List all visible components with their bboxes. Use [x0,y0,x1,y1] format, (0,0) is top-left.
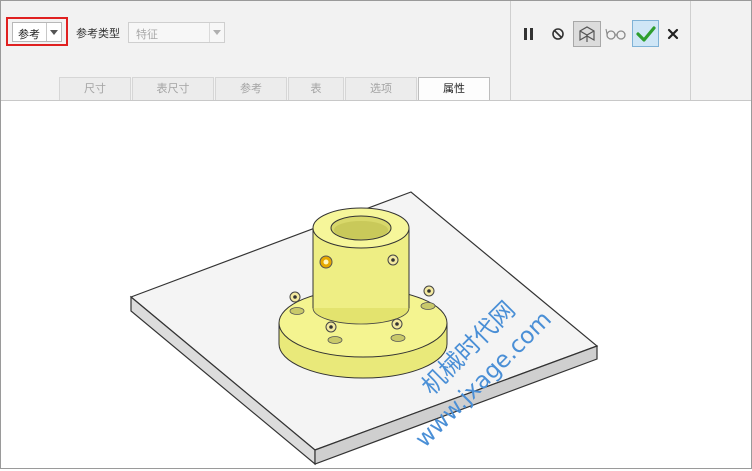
ok-button[interactable] [632,20,659,47]
reference-type-value: 特征 [136,28,158,41]
toolbar-divider [690,1,691,100]
tab-table[interactable]: 表 [288,77,344,100]
pause-button[interactable] [517,22,541,46]
model-canvas[interactable]: 机械时代网 www.jxage.com [1,101,751,468]
verify-button[interactable] [604,22,628,46]
no-preview-button[interactable] [546,22,570,46]
tab-options[interactable]: 选项 [345,77,417,100]
close-icon [667,28,679,40]
reference-type-arrow[interactable] [209,23,224,42]
tab-references[interactable]: 参考 [215,77,287,100]
tab-dimensions[interactable]: 尺寸 [59,77,131,100]
reference-type-label: 参考类型 [76,27,120,40]
checkmark-icon [635,25,656,42]
tab-table-dimensions[interactable]: 表尺寸 [132,77,214,100]
geometry-preview-icon [579,26,595,42]
graphics-window[interactable]: 机械时代网 www.jxage.com [1,101,751,468]
no-preview-icon [552,28,564,40]
reference-type-dropdown[interactable]: 特征 [128,22,225,43]
tab-properties[interactable]: 属性 [418,77,490,100]
dashboard-toolbar: 参考 参考类型 特征 尺寸 表尺寸 参考 表 选项 属性 [1,1,751,101]
toolbar-divider [510,1,511,100]
dashboard-tabs: 尺寸 表尺寸 参考 表 选项 属性 [59,77,491,100]
geometry-preview-button[interactable] [573,21,601,47]
cancel-button[interactable] [661,22,685,46]
chevron-down-icon [213,30,221,35]
pause-icon [524,28,533,40]
glasses-icon [605,28,626,40]
annotation-highlight-box [6,17,68,46]
